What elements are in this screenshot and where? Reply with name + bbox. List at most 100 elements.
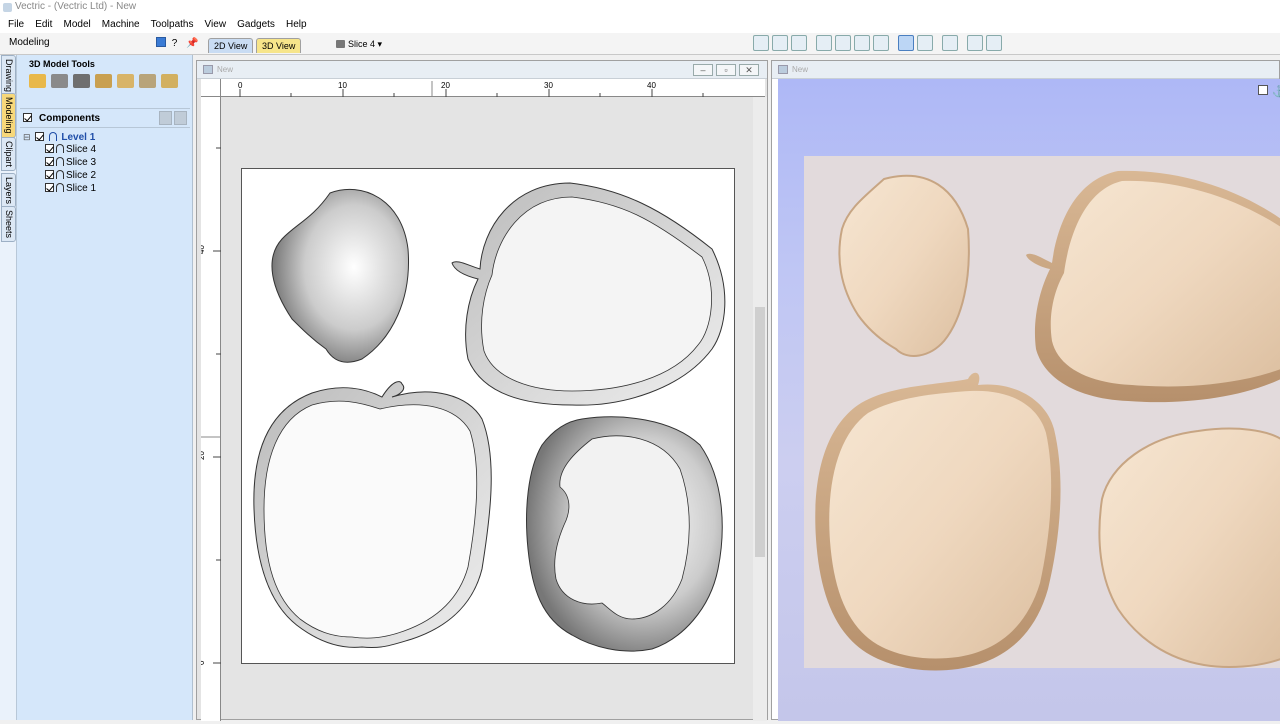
- view-2d-scrollbar[interactable]: [753, 97, 767, 721]
- menu-help[interactable]: Help: [282, 16, 311, 33]
- rendered-model: [815, 170, 1280, 671]
- rulers-icon[interactable]: [772, 35, 788, 51]
- ruler-v-label-40: 40: [201, 245, 206, 254]
- slice-selector[interactable]: Slice 4 ▾: [336, 38, 382, 50]
- collapse-icon[interactable]: ⊟: [23, 131, 32, 143]
- menu-toolpaths[interactable]: Toolpaths: [147, 16, 198, 33]
- tree-row-slice-3[interactable]: Slice 3: [23, 157, 96, 170]
- view-3d-header: New: [772, 61, 1279, 79]
- view-2d-window-buttons: – ▫ ✕: [693, 64, 759, 76]
- model-tools-row: [29, 74, 178, 88]
- view-2d-header: New – ▫ ✕: [197, 61, 767, 79]
- ruler-label-30: 30: [544, 81, 553, 90]
- ruler-corner[interactable]: [201, 79, 221, 97]
- app-icon: [3, 3, 12, 12]
- component-icon: [56, 144, 64, 153]
- move-icon[interactable]: [73, 74, 90, 88]
- tree-row-slice-2[interactable]: Slice 2: [23, 170, 96, 183]
- open-folder-icon[interactable]: [29, 74, 46, 88]
- panel-title: Modeling: [9, 37, 50, 48]
- view-tools: [753, 35, 1002, 53]
- scene-3d[interactable]: [778, 79, 1280, 721]
- zoom-extents-icon[interactable]: [854, 35, 870, 51]
- slice-checkbox[interactable]: [45, 183, 54, 192]
- view-3d-window: New ⚓: [771, 60, 1280, 721]
- slice-label: Slice 2: [66, 170, 97, 181]
- vertical-ruler-ticks: 40 20 0: [197, 147, 221, 665]
- zoom-box-icon[interactable]: [835, 35, 851, 51]
- title-bar: Vectric - (Vectric Ltd) - New: [0, 0, 1280, 16]
- model-slice-top-left: [838, 174, 970, 357]
- flatten-icon[interactable]: [161, 74, 178, 88]
- sync-view-icon[interactable]: [898, 35, 914, 51]
- side-tab-modeling[interactable]: Modeling: [1, 93, 16, 138]
- menu-model[interactable]: Model: [59, 16, 94, 33]
- level-checkbox[interactable]: [34, 132, 44, 141]
- menu-view[interactable]: View: [201, 16, 231, 33]
- component-icon: [56, 183, 64, 192]
- panel-pin-icon[interactable]: 📌: [186, 38, 201, 49]
- panel-buttons: ? 📌: [156, 37, 202, 49]
- level-label: Level 1: [61, 132, 96, 143]
- ruler-label-40: 40: [647, 81, 656, 90]
- sort-down-icon[interactable]: [174, 111, 187, 125]
- side-tab-drawing[interactable]: Drawing: [1, 55, 16, 97]
- document-icon: [778, 65, 788, 74]
- vertical-ruler: 40 20 0: [197, 97, 221, 721]
- menu-machine[interactable]: Machine: [98, 16, 144, 33]
- slice-selector-label: Slice 4 ▾: [348, 39, 383, 49]
- model-slice-bottom-right: [1098, 427, 1280, 668]
- components-checkbox[interactable]: [23, 113, 32, 122]
- panel-dock-icon[interactable]: [156, 37, 166, 47]
- tree-row-slice-1[interactable]: Slice 1: [23, 183, 96, 196]
- slice-checkbox[interactable]: [45, 157, 54, 166]
- view-2d-window: New – ▫ ✕ 0 10 20 30 40 40 20: [196, 60, 768, 721]
- components-label: Components: [39, 113, 101, 124]
- side-tab-sheets[interactable]: Sheets: [1, 206, 16, 243]
- tab-2d-view[interactable]: 2D View: [208, 38, 254, 53]
- minimize-icon[interactable]: –: [693, 64, 713, 76]
- slice-model-icon[interactable]: [117, 74, 134, 88]
- menu-file[interactable]: File: [0, 16, 28, 33]
- toggle-view-icon[interactable]: [917, 35, 933, 51]
- ruler-label-20: 20: [441, 81, 450, 90]
- pan-icon[interactable]: [816, 35, 832, 51]
- tree-row-slice-4[interactable]: Slice 4: [23, 144, 96, 157]
- side-tab-layers[interactable]: Layers: [1, 173, 16, 209]
- slice-label: Slice 4: [66, 144, 97, 155]
- ruler-v-label-20: 20: [201, 451, 206, 460]
- scrollbar-thumb[interactable]: [755, 307, 765, 557]
- horizontal-ruler-ticks: 0 10 20 30 40: [238, 81, 704, 97]
- split-vertical-icon[interactable]: [986, 35, 1002, 51]
- layers-icon: [336, 40, 345, 48]
- panel-help-button[interactable]: ?: [172, 38, 181, 49]
- tab-3d-view[interactable]: 3D View: [256, 38, 302, 53]
- anchor-icon[interactable]: ⚓: [1272, 85, 1280, 98]
- component-icon: [56, 170, 64, 179]
- slice-drawing: [253, 182, 726, 652]
- menu-edit[interactable]: Edit: [31, 16, 56, 33]
- sort-up-icon[interactable]: [159, 111, 172, 125]
- split-horizontal-icon[interactable]: [967, 35, 983, 51]
- window-title: Vectric - (Vectric Ltd) - New: [15, 1, 137, 12]
- menu-gadgets[interactable]: Gadgets: [233, 16, 279, 33]
- snap-icon[interactable]: [753, 35, 769, 51]
- slice-checkbox[interactable]: [45, 170, 54, 179]
- shading-icon[interactable]: [942, 35, 958, 51]
- side-tab-clipart[interactable]: Clipart: [1, 137, 16, 172]
- view-3d-title: New: [792, 65, 809, 74]
- grid-icon[interactable]: [791, 35, 807, 51]
- tree-row-level-1[interactable]: ⊟ Level 1: [23, 131, 96, 144]
- slice-checkbox[interactable]: [45, 144, 54, 153]
- restore-icon[interactable]: ▫: [716, 64, 736, 76]
- ruler-label-10: 10: [338, 81, 347, 90]
- texture-icon[interactable]: [95, 74, 112, 88]
- close-icon[interactable]: ✕: [739, 64, 759, 76]
- view-3d-fit-icon[interactable]: [1258, 85, 1268, 95]
- document-icon: [203, 65, 213, 74]
- components-header: Components: [20, 108, 190, 128]
- zoom-out-icon[interactable]: [873, 35, 889, 51]
- sculpt-icon[interactable]: [51, 74, 68, 88]
- dome-icon[interactable]: [139, 74, 156, 88]
- drawing-canvas[interactable]: [241, 168, 735, 664]
